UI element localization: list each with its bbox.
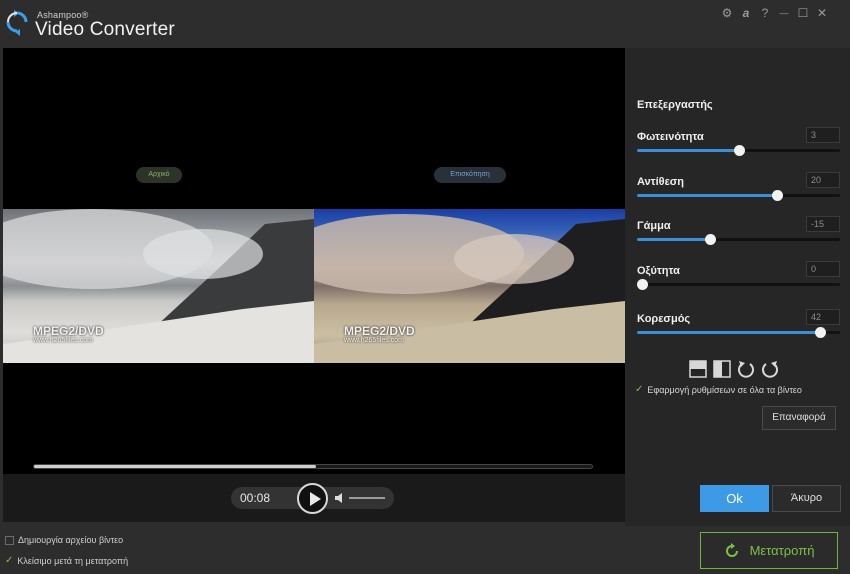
slider-fill <box>637 194 778 197</box>
flip-horizontal-icon[interactable] <box>712 359 732 379</box>
watermark-url: www.h265files.com <box>33 337 93 344</box>
timeline-progress <box>34 465 316 468</box>
sharpness-value[interactable]: 0 <box>806 261 840 277</box>
contrast-slider[interactable] <box>637 190 840 201</box>
footer-bar: Δημιουργία αρχείου βίντεο ✓ Κλείσιμο μετ… <box>0 526 850 574</box>
slider-fill <box>637 149 739 152</box>
brightness-slider[interactable] <box>637 145 840 156</box>
adjust-label: Φωτεινότητα <box>637 131 704 143</box>
time-display: 00:08 <box>240 491 271 505</box>
editor-panel: Επεξεργαστής Φωτεινότητα 3 Αντίθεση 20 Γ… <box>625 48 850 526</box>
app-title: Video Converter <box>35 19 175 40</box>
maximize-icon[interactable]: ☐ <box>797 6 809 20</box>
transform-tools <box>688 359 780 379</box>
watermark-title: MPEG2/DVD <box>33 324 104 338</box>
refresh-icon <box>725 542 738 557</box>
adjust-label: Γάμμα <box>637 220 671 232</box>
checkbox-box <box>5 535 14 545</box>
brightness-control: Φωτεινότητα 3 <box>637 127 840 161</box>
saturation-control: Κορεσμός 42 <box>637 309 840 343</box>
volume-icon[interactable] <box>335 493 345 503</box>
adjust-label: Αντίθεση <box>637 176 685 188</box>
rotate-left-icon[interactable] <box>736 359 756 379</box>
window-controls: ⚙ a ? — ☐ ✕ <box>721 6 828 20</box>
contrast-value[interactable]: 20 <box>806 172 840 188</box>
slider-thumb[interactable] <box>772 190 784 201</box>
close-after-label: Κλείσιμο μετά τη μετατροπή <box>17 555 129 566</box>
title-bar: Ashampoo® Video Converter ⚙ a ? — ☐ ✕ <box>0 0 850 48</box>
play-button[interactable] <box>297 483 328 514</box>
timeline-scrubber[interactable] <box>33 464 593 469</box>
checkmark-icon: ✓ <box>5 555 14 566</box>
cancel-button[interactable]: Άκυρο <box>772 485 841 512</box>
minimize-icon[interactable]: — <box>778 6 790 20</box>
apply-all-label: Εφαρμογή ρυθμίσεων σε όλα τα βίντεο <box>647 384 802 395</box>
brightness-value[interactable]: 3 <box>806 127 840 143</box>
create-file-label: Δημιουργία αρχείου βίντεο <box>18 535 124 545</box>
gamma-control: Γάμμα -15 <box>637 216 840 250</box>
video-viewer: Αρχικό Επισκόπηση MPEG2/DVD www.h265file… <box>3 48 625 522</box>
convert-button[interactable]: Μετατροπή <box>700 532 838 569</box>
slider-thumb[interactable] <box>814 327 826 338</box>
close-after-checkbox[interactable]: ✓ Κλείσιμο μετά τη μετατροπή <box>5 555 128 566</box>
convert-logo-icon <box>6 10 28 36</box>
playback-bar: 00:08 <box>3 475 625 522</box>
ashampoo-a-icon[interactable]: a <box>740 6 752 20</box>
app-window: Ashampoo® Video Converter ⚙ a ? — ☐ ✕ Αρ… <box>0 0 850 574</box>
preview-label: Επισκόπηση <box>434 167 506 183</box>
create-file-checkbox[interactable]: Δημιουργία αρχείου βίντεο <box>5 535 123 545</box>
editor-title: Επεξεργαστής <box>637 99 713 111</box>
slider-thumb[interactable] <box>637 279 648 290</box>
sharpness-control: Οξύτητα 0 <box>637 261 840 295</box>
volume-slider[interactable] <box>349 497 385 499</box>
contrast-control: Αντίθεση 20 <box>637 172 840 206</box>
checkmark-icon: ✓ <box>635 384 644 395</box>
original-label: Αρχικό <box>136 167 182 183</box>
playback-controls: 00:08 <box>231 483 394 514</box>
gamma-slider[interactable] <box>637 234 840 245</box>
watermark-title: MPEG2/DVD <box>344 324 415 338</box>
slider-thumb[interactable] <box>705 234 717 245</box>
slider-thumb[interactable] <box>733 145 745 156</box>
adjust-label: Οξύτητα <box>637 265 680 277</box>
preview-frame: MPEG2/DVD www.h265files.com <box>314 209 625 363</box>
rotate-right-icon[interactable] <box>760 359 780 379</box>
close-icon[interactable]: ✕ <box>816 6 828 20</box>
sharpness-slider[interactable] <box>637 279 840 290</box>
slider-fill <box>637 238 711 241</box>
flip-vertical-icon[interactable] <box>688 359 708 379</box>
ok-button[interactable]: Ok <box>700 485 769 512</box>
watermark-url: www.h265files.com <box>344 337 404 344</box>
reset-button[interactable]: Επαναφορά <box>762 406 836 430</box>
adjust-label: Κορεσμός <box>637 313 691 325</box>
help-icon[interactable]: ? <box>759 6 771 20</box>
gamma-value[interactable]: -15 <box>806 216 840 232</box>
saturation-slider[interactable] <box>637 327 840 338</box>
original-frame: MPEG2/DVD www.h265files.com <box>3 209 314 363</box>
saturation-value[interactable]: 42 <box>806 309 840 325</box>
convert-label: Μετατροπή <box>749 543 815 558</box>
gear-icon[interactable]: ⚙ <box>721 6 733 20</box>
apply-all-checkbox[interactable]: ✓ Εφαρμογή ρυθμίσεων σε όλα τα βίντεο <box>635 384 802 395</box>
slider-fill <box>637 331 820 334</box>
